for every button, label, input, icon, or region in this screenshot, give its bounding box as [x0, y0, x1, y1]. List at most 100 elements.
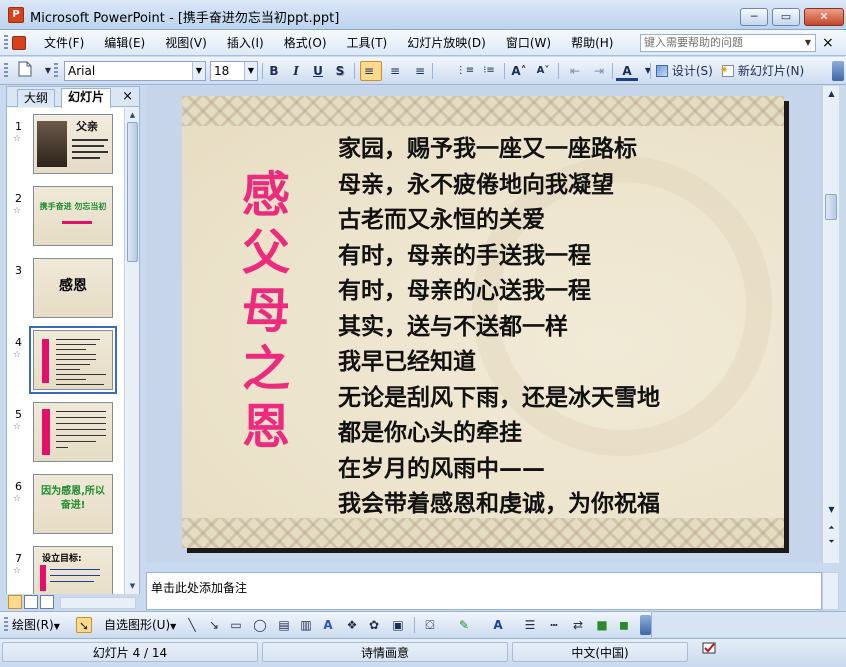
thumbnail-row[interactable]: 3 感恩 — [7, 252, 124, 322]
chevron-down-icon[interactable]: ▼ — [192, 62, 205, 80]
bold-button[interactable]: B — [264, 61, 284, 81]
textbox-tool-icon[interactable]: ▤ — [276, 617, 292, 633]
menu-file[interactable]: 文件(F) — [32, 30, 92, 56]
slideshow-view-icon[interactable] — [40, 595, 54, 609]
clipart-icon[interactable]: ✿ — [366, 617, 382, 633]
powerpoint-app-icon[interactable]: P — [8, 7, 24, 23]
document-close-button[interactable]: × — [822, 34, 834, 52]
menu-view[interactable]: 视图(V) — [153, 30, 215, 56]
font-color-dropdown-icon[interactable]: ▼ — [638, 61, 658, 81]
insert-picture-icon[interactable]: ▣ — [390, 617, 406, 633]
slide-body-text[interactable]: 家园，赐予我一座又一座路标 母亲，永不疲倦地向我凝望 古老而又永恒的关爱 有时，… — [338, 132, 778, 523]
thumbnail-row[interactable]: 1 ☆ 父亲 — [7, 108, 124, 178]
slide-scrollbar[interactable]: ▲ ▼ ⏶ ⏷ — [822, 86, 839, 563]
slide-thumbnail-5[interactable] — [33, 402, 113, 462]
thumbnail-scrollbar[interactable]: ▲ ▼ — [124, 108, 139, 594]
slide-vertical-title[interactable]: 感 父 母 之 恩 — [234, 166, 298, 456]
numbering-button[interactable]: ⋮≡ — [454, 61, 476, 81]
menu-tools[interactable]: 工具(T) — [335, 30, 396, 56]
slide-thumbnail-4[interactable] — [29, 326, 117, 394]
3d-style-icon[interactable]: ◼ — [616, 617, 632, 633]
align-right-button[interactable]: ≡ — [406, 61, 428, 81]
arrow-style-icon[interactable]: ⇄ — [570, 617, 586, 633]
scroll-down-icon[interactable]: ▼ — [127, 581, 138, 592]
menu-slideshow[interactable]: 幻灯片放映(D) — [395, 30, 494, 56]
toolbar-options-button[interactable] — [832, 61, 844, 81]
autoshapes-menu-button[interactable]: 自选图形(U)▼ — [104, 616, 176, 636]
font-name-select[interactable]: Arial ▼ — [64, 61, 206, 81]
font-color-icon[interactable]: A — [490, 617, 506, 633]
menu-format[interactable]: 格式(O) — [272, 30, 335, 56]
line-color-icon[interactable]: ✎ — [456, 617, 472, 633]
restore-button[interactable]: ▭ — [772, 8, 800, 26]
italic-button[interactable]: I — [286, 61, 306, 81]
minimize-button[interactable]: ─ — [740, 8, 768, 26]
scroll-up-icon[interactable]: ▲ — [826, 88, 837, 100]
menu-edit[interactable]: 编辑(E) — [92, 30, 153, 56]
menu-insert[interactable]: 插入(I) — [215, 30, 272, 56]
increase-indent-button[interactable]: ⇥ — [588, 61, 610, 81]
select-pointer-icon[interactable]: ➘ — [76, 617, 92, 633]
shrink-font-button[interactable]: A˅ — [532, 61, 554, 81]
scroll-up-icon[interactable]: ▲ — [127, 110, 138, 121]
chevron-down-icon[interactable]: ▼ — [801, 35, 815, 51]
current-slide[interactable]: 感 父 母 之 恩 家园，赐予我一座又一座路标 母亲，永不疲倦地向我凝望 古老而… — [182, 96, 784, 548]
grow-font-button[interactable]: A˄ — [508, 61, 530, 81]
normal-view-icon[interactable] — [8, 595, 22, 609]
diagram-icon[interactable]: ❖ — [344, 617, 360, 633]
vertical-textbox-icon[interactable]: ▥ — [298, 617, 314, 633]
toolbar-grip-handle-2[interactable] — [54, 63, 58, 79]
slide-thumbnail-3[interactable]: 感恩 — [33, 258, 113, 318]
help-search-input[interactable]: 键入需要帮助的问题 ▼ — [640, 34, 816, 52]
spellcheck-icon[interactable] — [692, 642, 728, 662]
slide-thumbnail-7[interactable]: 设立目标: — [33, 546, 113, 594]
bullets-button[interactable]: ⁝≡ — [478, 61, 500, 81]
document-icon[interactable] — [12, 36, 26, 50]
line-style-icon[interactable]: ☰ — [522, 617, 538, 633]
underline-button[interactable]: U — [308, 61, 328, 81]
toolbar-options-button[interactable] — [640, 615, 651, 635]
panel-close-button[interactable]: × — [122, 88, 133, 106]
arrow-tool-icon[interactable]: ↘ — [206, 617, 222, 633]
close-button[interactable]: ✕ — [804, 8, 844, 26]
slide-thumbnail-6[interactable]: 因为感恩,所以奋进! — [33, 474, 113, 534]
align-left-button[interactable]: ≡ — [360, 61, 382, 81]
thumbnail-row[interactable]: 6 ☆ 因为感恩,所以奋进! — [7, 468, 124, 538]
chevron-down-icon[interactable]: ▼ — [244, 62, 257, 80]
menu-grip-handle[interactable] — [4, 35, 8, 51]
notes-pane[interactable]: 单击此处添加备注 — [146, 572, 822, 610]
rectangle-tool-icon[interactable]: ▭ — [228, 617, 244, 633]
oval-tool-icon[interactable]: ◯ — [252, 617, 268, 633]
font-size-select[interactable]: 18 ▼ — [210, 61, 258, 81]
next-slide-icon[interactable]: ⏷ — [826, 536, 837, 548]
font-color-button[interactable]: A — [616, 61, 638, 81]
menu-window[interactable]: 窗口(W) — [494, 30, 559, 56]
fill-color-icon[interactable]: ⛋ — [422, 617, 438, 633]
shadow-button[interactable]: S — [330, 61, 350, 81]
tab-outline[interactable]: 大纲 — [17, 89, 56, 107]
new-slide-button[interactable]: ✷ 新幻灯片(N) — [720, 61, 808, 81]
thumbnail-row[interactable]: 7 ☆ 设立目标: — [7, 540, 124, 594]
line-tool-icon[interactable]: ╲ — [184, 617, 200, 633]
thumbnail-row[interactable]: 5 ☆ — [7, 396, 124, 466]
slide-thumbnail-1[interactable]: 父亲 — [33, 114, 113, 174]
thumbnail-row[interactable]: 4 ☆ — [7, 324, 124, 394]
scrollbar-thumb[interactable] — [127, 122, 138, 262]
decrease-indent-button[interactable]: ⇤ — [564, 61, 586, 81]
previous-slide-icon[interactable]: ⏶ — [826, 522, 837, 534]
shadow-style-icon[interactable]: ■ — [594, 617, 610, 633]
align-center-button[interactable]: ≡ — [384, 61, 406, 81]
tab-slides[interactable]: 幻灯片 — [61, 88, 112, 108]
horizontal-scrollbar[interactable] — [60, 597, 136, 609]
slide-sorter-view-icon[interactable] — [24, 595, 38, 609]
dash-style-icon[interactable]: ┅ — [546, 617, 562, 633]
notes-scrollbar[interactable] — [822, 572, 839, 610]
draw-menu-button[interactable]: 绘图(R)▼ — [12, 616, 60, 636]
design-button[interactable]: 设计(S) — [656, 61, 718, 81]
slide-thumbnail-2[interactable]: 携手奋进 勿忘当初 — [33, 186, 113, 246]
menu-help[interactable]: 帮助(H) — [559, 30, 621, 56]
scroll-down-icon[interactable]: ▼ — [826, 504, 837, 516]
toolbar-grip-handle[interactable] — [4, 617, 8, 633]
scrollbar-thumb[interactable] — [825, 194, 837, 220]
wordart-icon[interactable]: A — [320, 617, 336, 633]
